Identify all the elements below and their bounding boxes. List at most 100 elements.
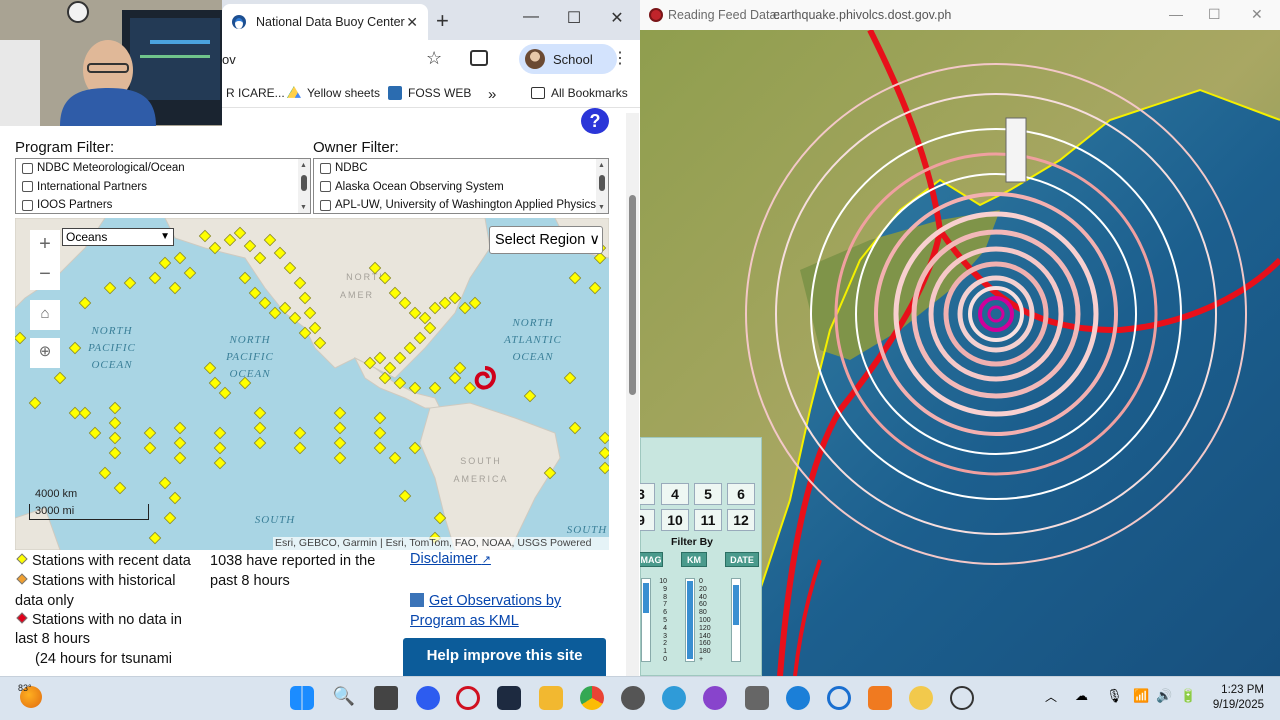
buoy-marker[interactable] — [213, 456, 227, 470]
zoom-out-button[interactable]: − — [30, 260, 60, 290]
buoy-marker[interactable] — [568, 271, 582, 285]
target-app-icon[interactable] — [456, 686, 480, 710]
slack-icon[interactable] — [703, 686, 727, 710]
buoy-marker[interactable] — [468, 296, 482, 310]
buoy-marker[interactable] — [143, 426, 157, 440]
app-icon[interactable] — [868, 686, 892, 710]
bookmark-star-icon[interactable]: ☆ — [426, 48, 442, 69]
buoy-marker[interactable] — [373, 426, 387, 440]
bookmark-yellow-sheets[interactable]: Yellow sheets — [287, 86, 380, 100]
checkbox[interactable] — [22, 162, 33, 174]
buoy-marker[interactable] — [108, 446, 122, 460]
buoy-marker[interactable] — [453, 361, 467, 375]
google-lens-icon[interactable] — [470, 50, 488, 66]
buoy-marker[interactable] — [333, 451, 347, 465]
file-explorer-icon[interactable] — [539, 686, 563, 710]
owner-list-scrollbar[interactable]: ▲ ▼ — [596, 159, 608, 213]
buoy-marker[interactable] — [218, 386, 232, 400]
volume-icon[interactable]: 🔊 — [1156, 688, 1172, 704]
maximize-button[interactable]: ☐ — [563, 8, 585, 28]
program-option[interactable]: International Partners — [16, 178, 310, 197]
buoy-marker[interactable] — [173, 436, 187, 450]
buoy-marker[interactable] — [598, 461, 609, 475]
address-bar[interactable]: ov — [222, 47, 460, 73]
buoy-marker[interactable] — [253, 436, 267, 450]
app-icon[interactable] — [786, 686, 810, 710]
buoy-marker[interactable] — [248, 286, 262, 300]
hurricane-icon[interactable] — [474, 366, 496, 390]
checkbox[interactable] — [22, 181, 33, 193]
buoy-marker[interactable] — [168, 281, 182, 295]
filter-mag-button[interactable]: MAG — [640, 552, 663, 567]
battery-icon[interactable]: 🔋 — [1180, 688, 1196, 704]
buoy-marker[interactable] — [293, 426, 307, 440]
buoy-marker[interactable] — [168, 491, 182, 505]
buoy-marker[interactable] — [213, 426, 227, 440]
buoy-marker[interactable] — [388, 451, 402, 465]
new-tab-button[interactable]: + — [436, 8, 449, 34]
zoom-app-icon[interactable] — [416, 686, 440, 710]
buoy-marker[interactable] — [213, 441, 227, 455]
buoy-marker[interactable] — [68, 341, 82, 355]
region-select[interactable]: Select Region ∨ — [489, 226, 603, 254]
buoy-marker[interactable] — [523, 389, 537, 403]
profile-button[interactable]: School — [519, 44, 617, 74]
windows-start-icon[interactable] — [290, 686, 314, 710]
close-window-button[interactable]: ✕ — [606, 8, 628, 28]
buoy-marker[interactable] — [373, 411, 387, 425]
buoy-marker[interactable] — [78, 406, 92, 420]
buoy-marker[interactable] — [598, 446, 609, 460]
locate-icon[interactable]: ⊕ — [30, 338, 60, 368]
quake-minimize-button[interactable]: — — [1169, 6, 1183, 22]
buoy-marker[interactable] — [98, 466, 112, 480]
home-icon[interactable]: ⌂ — [30, 300, 60, 330]
kml-link[interactable]: Get Observations by Program as KML — [410, 591, 610, 631]
buoy-marker[interactable] — [258, 296, 272, 310]
globe-app-icon[interactable] — [662, 686, 686, 710]
buoy-marker[interactable] — [88, 426, 102, 440]
program-option[interactable]: NDBC Meteorological/Ocean — [16, 159, 310, 178]
number-button[interactable]: 12 — [727, 509, 755, 531]
buoy-marker[interactable] — [143, 441, 157, 455]
buoy-marker[interactable] — [108, 431, 122, 445]
more-bookmarks-chevron-icon[interactable]: » — [488, 86, 496, 103]
quake-app-icon[interactable] — [950, 686, 974, 710]
bookmark-all[interactable]: All Bookmarks — [531, 86, 628, 100]
buoy-marker[interactable] — [563, 371, 577, 385]
number-button[interactable]: 5 — [694, 483, 722, 505]
zoom-in-button[interactable]: + — [30, 230, 60, 260]
page-scrollbar[interactable] — [626, 113, 639, 676]
buoy-marker[interactable] — [158, 256, 172, 270]
number-button[interactable]: 3 — [640, 483, 655, 505]
buoy-marker[interactable] — [408, 441, 422, 455]
buoy-marker[interactable] — [253, 421, 267, 435]
buoy-marker[interactable] — [428, 381, 442, 395]
chrome-icon[interactable] — [580, 686, 604, 710]
owner-option[interactable]: Alaska Ocean Observing System — [314, 178, 608, 197]
buoy-marker[interactable] — [148, 271, 162, 285]
buoy-marker[interactable] — [333, 436, 347, 450]
buoy-marker[interactable] — [448, 371, 462, 385]
buoy-marker[interactable] — [78, 296, 92, 310]
buoy-marker[interactable] — [148, 531, 162, 545]
owner-filter-list[interactable]: NDBC Alaska Ocean Observing System APL-U… — [313, 158, 609, 214]
filter-km-button[interactable]: KM — [681, 552, 707, 567]
km-slider[interactable] — [685, 578, 695, 662]
quake-close-button[interactable]: ✕ — [1251, 6, 1263, 23]
program-option[interactable]: IOOS Partners — [16, 196, 310, 213]
buoy-marker[interactable] — [268, 306, 282, 320]
buoy-marker[interactable] — [173, 251, 187, 265]
program-list-scrollbar[interactable]: ▲ ▼ — [298, 159, 310, 213]
buoy-marker[interactable] — [458, 301, 472, 315]
number-button[interactable]: 11 — [694, 509, 722, 531]
disclaimer-link[interactable]: Disclaimer ↗ — [410, 551, 491, 567]
buoy-marker[interactable] — [158, 476, 172, 490]
calculator-icon[interactable] — [745, 686, 769, 710]
buoy-marker[interactable] — [203, 361, 217, 375]
buoy-marker[interactable] — [173, 451, 187, 465]
program-filter-list[interactable]: NDBC Meteorological/Ocean International … — [15, 158, 311, 214]
checkbox[interactable] — [22, 199, 33, 211]
tab-ndbc[interactable]: National Data Buoy Center ✕ — [222, 4, 428, 40]
buoy-marker[interactable] — [598, 431, 609, 445]
buoy-marker[interactable] — [373, 441, 387, 455]
